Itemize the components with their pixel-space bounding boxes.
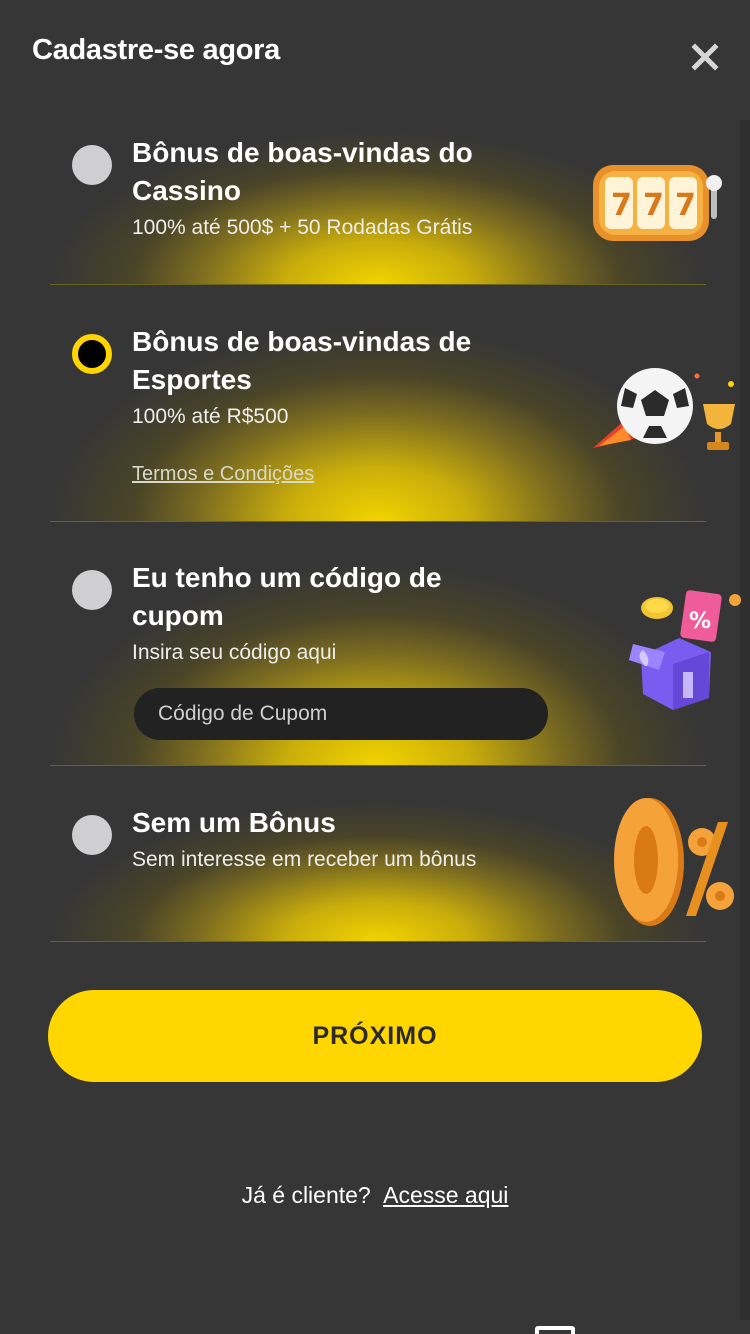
terms-link[interactable]: Termos e Condições bbox=[132, 463, 314, 486]
scrollbar[interactable] bbox=[740, 120, 750, 1320]
login-prompt-text: Já é cliente? bbox=[241, 1182, 371, 1208]
option-subtitle: Sem interesse em receber um bônus bbox=[132, 848, 477, 871]
option-sports-bonus[interactable]: Bônus de boas-vindas de Esportes 100% at… bbox=[50, 300, 735, 522]
option-subtitle: 100% até 500$ + 50 Rodadas Grátis bbox=[132, 216, 473, 239]
bottom-checkbox[interactable] bbox=[535, 1326, 575, 1334]
signup-modal: Cadastre-se agora Bônus de boas-vindas d… bbox=[0, 0, 750, 1334]
gift-box-icon: % bbox=[629, 590, 741, 710]
page-title: Cadastre-se agora bbox=[32, 34, 280, 66]
zero-percent-icon bbox=[614, 798, 734, 926]
option-subtitle: 100% até R$500 bbox=[132, 405, 289, 428]
svg-text:7: 7 bbox=[643, 188, 664, 223]
radio-no-bonus[interactable] bbox=[72, 815, 112, 855]
option-subtitle: Insira seu código aqui bbox=[132, 641, 337, 664]
coupon-code-input[interactable] bbox=[134, 688, 548, 740]
option-title: Bônus de boas-vindas de Esportes bbox=[132, 326, 472, 395]
option-title: Bônus de boas-vindas do Cassino bbox=[132, 137, 473, 206]
svg-text:7: 7 bbox=[611, 188, 632, 223]
option-casino-bonus[interactable]: Bônus de boas-vindas do Cassino 100% até… bbox=[50, 110, 722, 285]
radio-coupon[interactable] bbox=[72, 570, 112, 610]
option-coupon[interactable]: Eu tenho um código de cupom Insira seu c… bbox=[50, 536, 741, 766]
slot-machine-icon: 7 7 7 bbox=[593, 165, 722, 241]
close-icon[interactable] bbox=[686, 38, 724, 76]
option-title: Sem um Bônus bbox=[132, 807, 336, 838]
radio-casino-bonus[interactable] bbox=[72, 145, 112, 185]
svg-text:%: % bbox=[689, 609, 711, 634]
login-prompt: Já é cliente? Acesse aqui bbox=[0, 1182, 750, 1209]
soccer-trophy-icon bbox=[593, 368, 735, 450]
next-button[interactable]: PRÓXIMO bbox=[48, 990, 702, 1082]
option-no-bonus[interactable]: Sem um Bônus Sem interesse em receber um… bbox=[50, 782, 734, 942]
svg-text:7: 7 bbox=[675, 188, 696, 223]
radio-sports-bonus[interactable] bbox=[72, 334, 112, 374]
option-title: Eu tenho um código de cupom bbox=[132, 562, 442, 631]
login-link[interactable]: Acesse aqui bbox=[383, 1182, 508, 1208]
